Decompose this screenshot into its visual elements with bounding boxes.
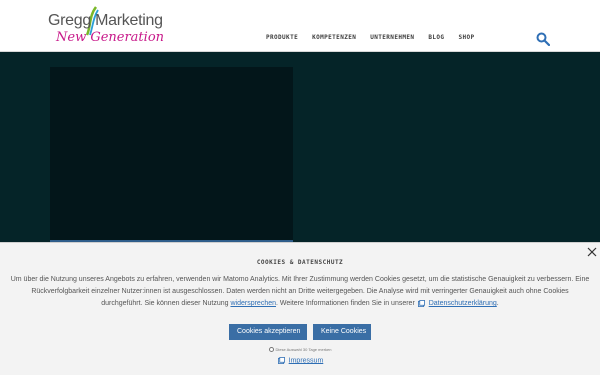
- main-nav: PRODUKTE KOMPETENZEN UNTERNEHMEN BLOG SH…: [266, 34, 475, 41]
- cookie-buttons: Cookies akzeptieren Keine Cookies: [0, 324, 600, 340]
- impressum: Impressum: [0, 357, 600, 364]
- nav-item-blog[interactable]: BLOG: [428, 34, 444, 41]
- accept-cookies-button[interactable]: Cookies akzeptieren: [229, 324, 307, 340]
- cookie-banner: COOKIES & DATENSCHUTZ Um über die Nutzun…: [0, 242, 600, 375]
- impressum-link[interactable]: Impressum: [289, 357, 324, 364]
- nav-item-unternehmen[interactable]: UNTERNEHMEN: [370, 34, 414, 41]
- external-link-icon: [277, 357, 285, 364]
- cookie-text-part-3: .: [496, 300, 499, 307]
- nav-item-produkte[interactable]: PRODUKTE: [266, 34, 298, 41]
- cookie-title: COOKIES & DATENSCHUTZ: [256, 259, 344, 266]
- remember-choice: Diese Auswahl 30 Tage merken: [0, 347, 600, 352]
- remember-label: Diese Auswahl 30 Tage merken: [275, 347, 332, 352]
- external-link-icon: [417, 299, 425, 307]
- logo-brand: Gregg Marketing: [48, 12, 163, 29]
- object-link[interactable]: widersprechen: [230, 300, 276, 307]
- logo-tagline: New Generation: [56, 30, 165, 45]
- nav-item-shop[interactable]: SHOP: [458, 34, 474, 41]
- deny-cookies-button[interactable]: Keine Cookies: [313, 324, 371, 340]
- close-icon[interactable]: [587, 247, 597, 257]
- privacy-link[interactable]: Datenschutzerklärung: [429, 300, 497, 307]
- logo[interactable]: Gregg Marketing New Generation: [48, 6, 164, 48]
- cookie-text: Um über die Nutzung unseres Angebots zu …: [10, 274, 590, 310]
- hero-section: [0, 52, 600, 243]
- hero-video[interactable]: [50, 67, 293, 242]
- search-icon[interactable]: [536, 32, 550, 46]
- remember-checkbox[interactable]: [268, 347, 274, 352]
- site-header: Gregg Marketing New Generation PRODUKTE …: [0, 0, 600, 52]
- nav-item-kompetenzen[interactable]: KOMPETENZEN: [312, 34, 356, 41]
- cookie-text-part-2: . Weitere Informationen finden Sie in un…: [276, 300, 415, 307]
